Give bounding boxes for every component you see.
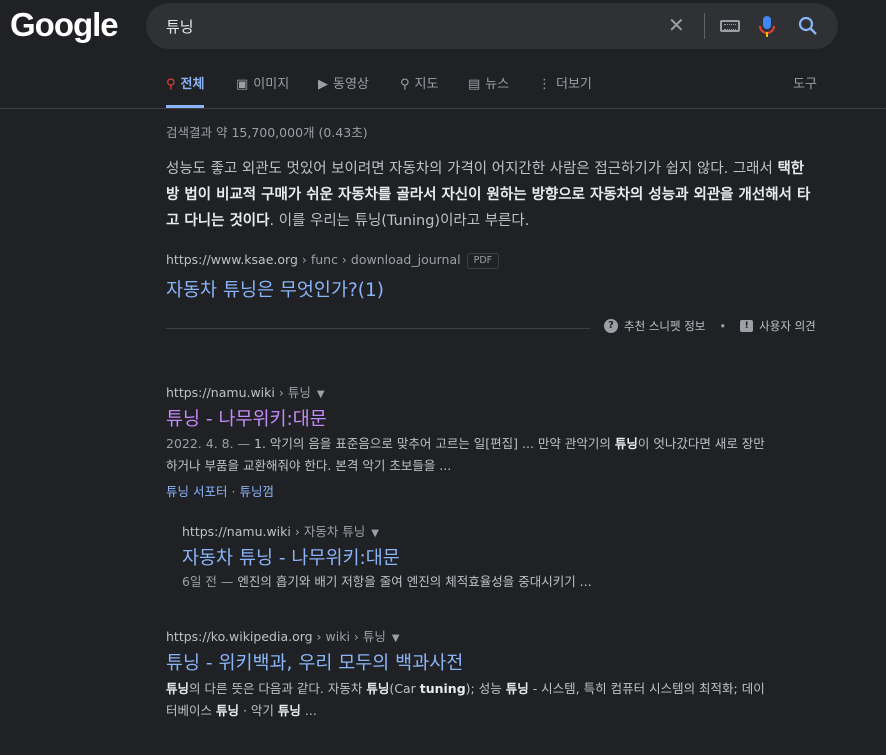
- tab-label: 지도: [414, 77, 439, 92]
- close-icon[interactable]: ✕: [668, 15, 685, 35]
- result-title-link[interactable]: 튜닝 - 위키백과, 우리 모두의 백과사전: [166, 649, 463, 675]
- cite-domain: https://www.ksae.org: [166, 252, 298, 267]
- cite-domain: https://ko.wikipedia.org: [166, 629, 313, 644]
- featured-cite: https://www.ksae.org › func › download_j…: [166, 252, 500, 269]
- desc-text: ); 성능: [465, 681, 506, 696]
- result-description: 2022. 4. 8. — 1. 악기의 음을 표준음으로 맞추어 고르는 일[…: [166, 433, 776, 477]
- tab-label: 뉴스: [485, 77, 510, 92]
- cite-domain: https://namu.wiki: [182, 524, 291, 539]
- featured-snippet-text: 성능도 좋고 외관도 멋있어 보이려면 자동차의 가격이 어지간한 사람은 접근…: [166, 156, 818, 234]
- map-pin-icon: ⚲: [400, 77, 410, 92]
- search-icon[interactable]: [798, 16, 818, 36]
- search-bar[interactable]: 튜닝 ✕: [146, 3, 838, 49]
- google-logo[interactable]: Google: [10, 6, 119, 44]
- desc-text: · 악기: [239, 703, 278, 718]
- feedback-icon: !: [740, 320, 754, 332]
- snippet-text: . 이를 우리는 튜닝(Tuning)이라고 부른다.: [269, 213, 530, 229]
- tab-label: 이미지: [253, 77, 290, 92]
- desc-highlight: 튜닝: [614, 436, 638, 451]
- more-vert-icon: ⋮: [538, 77, 551, 92]
- tab-all[interactable]: ⚲ 전체: [166, 76, 205, 108]
- pdf-badge: PDF: [466, 253, 500, 269]
- tools-button[interactable]: 도구: [793, 76, 817, 108]
- chevron-down-icon[interactable]: ▼: [317, 389, 325, 400]
- desc-text: ...: [300, 703, 317, 718]
- header-divider: [0, 108, 886, 109]
- video-icon: ▶: [318, 77, 328, 92]
- tab-videos[interactable]: ▶ 동영상: [318, 76, 369, 108]
- about-snippet-link[interactable]: 추천 스니펫 정보: [624, 318, 705, 334]
- desc-text: 의 다른 뜻은 다음과 같다. 자동차: [189, 681, 367, 696]
- result-description: 6일 전 — 엔진의 흡기와 배기 저항을 줄여 엔진의 체적효율성을 중대시키…: [182, 571, 782, 593]
- desc-text: 1. 악기의 음을 표준음으로 맞추어 고르는 일[편집] ... 만약 관악기…: [254, 436, 615, 451]
- search-input[interactable]: 튜닝: [166, 16, 194, 37]
- tab-label: 동영상: [333, 77, 369, 92]
- cite-path: › 튜닝: [274, 385, 311, 400]
- result-cite: https://namu.wiki › 튜닝 ▼: [166, 382, 325, 401]
- search-tabs: ⚲ 전체 ▣ 이미지 ▶ 동영상 ⚲ 지도 ▤ 뉴스 ⋮ 더보기 도구: [166, 76, 826, 108]
- cite-path: › func › download_journal: [297, 252, 461, 267]
- result-sublinks: 튜닝 서포터 · 튜닝껌: [166, 481, 274, 500]
- desc-text: 엔진의 흡기와 배기 저항을 줄여 엔진의 체적효율성을 중대시키기 ...: [237, 574, 592, 589]
- result-date: 6일 전 —: [182, 574, 238, 589]
- snippet-footer: ? 추천 스니펫 정보 • ! 사용자 의견: [604, 318, 816, 334]
- news-icon: ▤: [468, 77, 481, 92]
- snippet-divider: [166, 328, 590, 329]
- tools-label: 도구: [793, 77, 817, 92]
- result-description: 튜닝의 다른 뜻은 다음과 같다. 자동차 튜닝(Car tuning); 성능…: [166, 678, 768, 722]
- cite-domain: https://namu.wiki: [166, 385, 275, 400]
- desc-highlight: 튜닝: [366, 681, 390, 696]
- tab-label: 더보기: [556, 77, 592, 92]
- separator-dot: •: [719, 319, 727, 333]
- result-title-link[interactable]: 자동차 튜닝 - 나무위키:대문: [182, 544, 400, 570]
- result-cite: https://namu.wiki › 자동차 튜닝 ▼: [182, 521, 379, 540]
- snippet-text: 성능도 좋고 외관도 멋있어 보이려면 자동차의 가격이 어지간한 사람은 접근…: [166, 161, 778, 177]
- tab-label: 전체: [180, 77, 205, 92]
- tab-news[interactable]: ▤ 뉴스: [468, 76, 509, 108]
- chevron-down-icon[interactable]: ▼: [392, 633, 400, 644]
- feedback-link[interactable]: 사용자 의견: [759, 318, 816, 334]
- tab-images[interactable]: ▣ 이미지: [236, 76, 289, 108]
- result-date: 2022. 4. 8. —: [166, 436, 255, 451]
- desc-text: (Car: [389, 681, 420, 696]
- separator-dot: ·: [231, 484, 236, 499]
- sublink[interactable]: 튜닝껌: [239, 484, 274, 499]
- chevron-down-icon[interactable]: ▼: [371, 528, 379, 539]
- help-icon: ?: [604, 319, 618, 333]
- desc-highlight: 튜닝: [166, 681, 190, 696]
- keyboard-icon[interactable]: [720, 20, 740, 32]
- desc-highlight: 튜닝: [215, 703, 239, 718]
- tab-more[interactable]: ⋮ 더보기: [538, 76, 592, 108]
- result-title-link[interactable]: 튜닝 - 나무위키:대문: [166, 405, 327, 431]
- sublink[interactable]: 튜닝 서포터: [166, 484, 227, 499]
- desc-highlight: tuning: [419, 681, 466, 696]
- cite-path: › 자동차 튜닝: [290, 524, 366, 539]
- featured-title-link[interactable]: 자동차 튜닝은 무엇인가?(1): [166, 276, 384, 302]
- mic-icon[interactable]: [758, 16, 776, 38]
- desc-highlight: 튜닝: [277, 703, 301, 718]
- search-icon: ⚲: [166, 77, 176, 92]
- image-icon: ▣: [236, 77, 249, 92]
- desc-highlight: 튜닝: [505, 681, 529, 696]
- tab-maps[interactable]: ⚲ 지도: [400, 76, 438, 108]
- result-stats: 검색결과 약 15,700,000개 (0.43초): [166, 125, 368, 140]
- search-divider: [704, 13, 705, 39]
- result-cite: https://ko.wikipedia.org › wiki › 튜닝 ▼: [166, 626, 400, 645]
- cite-path: › wiki › 튜닝: [312, 629, 386, 644]
